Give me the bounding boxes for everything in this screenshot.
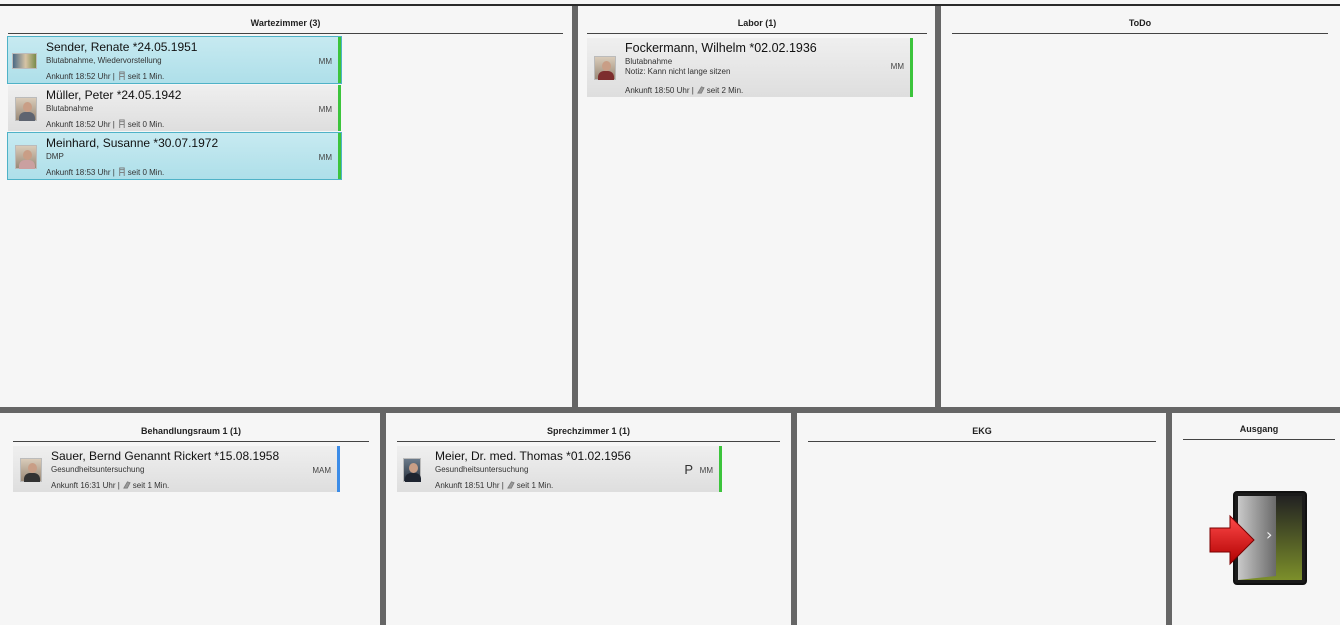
room-todo[interactable]: ToDo xyxy=(952,12,1328,34)
wait-duration: seit 0 Min. xyxy=(127,120,165,129)
patient-photo xyxy=(403,458,421,482)
exit-door-icon[interactable]: › xyxy=(1208,490,1308,586)
chair-icon xyxy=(506,481,515,489)
wait-duration: seit 1 Min. xyxy=(516,481,554,490)
separator xyxy=(935,6,941,410)
patient-name: Meier, Dr. med. Thomas *01.02.1956 xyxy=(435,449,631,463)
visit-reason: DMP xyxy=(46,152,64,161)
wait-duration: seit 0 Min. xyxy=(127,168,165,177)
patient-name: Sender, Renate *24.05.1951 xyxy=(46,40,198,54)
chair-icon xyxy=(122,481,131,489)
patient-note: Notiz: Kann nicht lange sitzen xyxy=(625,67,731,76)
patient-photo xyxy=(12,53,37,69)
room-title: ToDo xyxy=(952,12,1328,34)
room-title: Ausgang xyxy=(1183,418,1335,440)
arrival-info: Ankunft 18:50 Uhr | seit 2 Min. xyxy=(625,85,743,95)
room-title: EKG xyxy=(808,420,1156,442)
room-title: Behandlungsraum 1 (1) xyxy=(13,420,369,442)
room-title: Wartezimmer (3) xyxy=(8,12,563,34)
priority-flag: P xyxy=(684,462,693,477)
room-sprechzimmer-1[interactable]: Sprechzimmer 1 (1) Meier, Dr. med. Thoma… xyxy=(397,420,780,494)
chair-icon xyxy=(119,71,125,80)
top-border xyxy=(0,4,1340,6)
staff-initials: MM xyxy=(890,62,904,71)
chair-icon xyxy=(696,86,705,94)
patient-card-sauer[interactable]: Sauer, Bernd Genannt Rickert *15.08.1958… xyxy=(13,446,340,492)
visit-reason: Blutabnahme xyxy=(625,57,673,66)
patient-card-meier[interactable]: Meier, Dr. med. Thomas *01.02.1956 Gesun… xyxy=(397,446,722,492)
patient-name: Meinhard, Susanne *30.07.1972 xyxy=(46,136,219,150)
separator xyxy=(572,6,578,410)
arrival-time: Ankunft 18:52 Uhr | xyxy=(46,72,115,81)
arrival-info: Ankunft 18:51 Uhr | seit 1 Min. xyxy=(435,480,553,490)
room-ekg[interactable]: EKG xyxy=(808,420,1156,442)
arrival-time: Ankunft 18:50 Uhr | xyxy=(625,86,694,95)
room-title: Labor (1) xyxy=(587,12,927,34)
patient-card-sender[interactable]: Sender, Renate *24.05.1951 Blutabnahme, … xyxy=(7,36,342,84)
patient-card-mueller[interactable]: Müller, Peter *24.05.1942 Blutabnahme An… xyxy=(8,85,341,131)
patient-photo xyxy=(594,56,616,80)
wait-duration: seit 2 Min. xyxy=(706,86,744,95)
patient-name: Fockermann, Wilhelm *02.02.1936 xyxy=(625,41,817,55)
arrival-time: Ankunft 18:51 Uhr | xyxy=(435,481,504,490)
wait-duration: seit 1 Min. xyxy=(127,72,165,81)
room-behandlungsraum-1[interactable]: Behandlungsraum 1 (1) Sauer, Bernd Genan… xyxy=(13,420,369,494)
arrival-info: Ankunft 18:53 Uhr | seit 0 Min. xyxy=(46,167,164,177)
svg-text:›: › xyxy=(1266,525,1272,544)
arrival-info: Ankunft 16:31 Uhr | seit 1 Min. xyxy=(51,480,169,490)
arrival-info: Ankunft 18:52 Uhr | seit 0 Min. xyxy=(46,119,164,129)
separator xyxy=(0,407,1340,413)
separator xyxy=(1166,410,1172,625)
staff-initials: MM xyxy=(318,153,332,162)
arrival-time: Ankunft 16:31 Uhr | xyxy=(51,481,120,490)
arrival-time: Ankunft 18:53 Uhr | xyxy=(46,168,115,177)
waiting-room-board: Wartezimmer (3) Sender, Renate *24.05.19… xyxy=(0,0,1340,625)
arrival-info: Ankunft 18:52 Uhr | seit 1 Min. xyxy=(46,71,164,81)
separator xyxy=(791,410,797,625)
arrival-time: Ankunft 18:52 Uhr | xyxy=(46,120,115,129)
visit-reason: Blutabnahme xyxy=(46,104,94,113)
patient-card-meinhard[interactable]: Meinhard, Susanne *30.07.1972 DMP Ankunf… xyxy=(7,132,342,180)
patient-photo xyxy=(15,97,37,121)
staff-initials: MAM xyxy=(312,466,331,475)
chair-icon xyxy=(119,119,125,128)
visit-reason: Gesundheitsuntersuchung xyxy=(435,465,529,474)
patient-photo xyxy=(15,145,37,169)
separator xyxy=(380,410,386,625)
room-labor[interactable]: Labor (1) Fockermann, Wilhelm *02.02.193… xyxy=(587,12,927,99)
chair-icon xyxy=(119,167,125,176)
patient-photo xyxy=(20,458,42,482)
visit-reason: Blutabnahme, Wiedervorstellung xyxy=(46,56,162,65)
staff-initials: MM xyxy=(699,466,713,475)
room-wartezimmer[interactable]: Wartezimmer (3) Sender, Renate *24.05.19… xyxy=(7,12,563,181)
visit-reason: Gesundheitsuntersuchung xyxy=(51,465,145,474)
room-ausgang[interactable]: Ausgang xyxy=(1183,418,1335,440)
staff-initials: MM xyxy=(318,57,332,66)
patient-name: Sauer, Bernd Genannt Rickert *15.08.1958 xyxy=(51,449,280,463)
staff-initials: MM xyxy=(318,105,332,114)
room-title: Sprechzimmer 1 (1) xyxy=(397,420,780,442)
patient-card-fockermann[interactable]: Fockermann, Wilhelm *02.02.1936 Blutabna… xyxy=(587,38,913,97)
wait-duration: seit 1 Min. xyxy=(132,481,170,490)
patient-name: Müller, Peter *24.05.1942 xyxy=(46,88,182,102)
